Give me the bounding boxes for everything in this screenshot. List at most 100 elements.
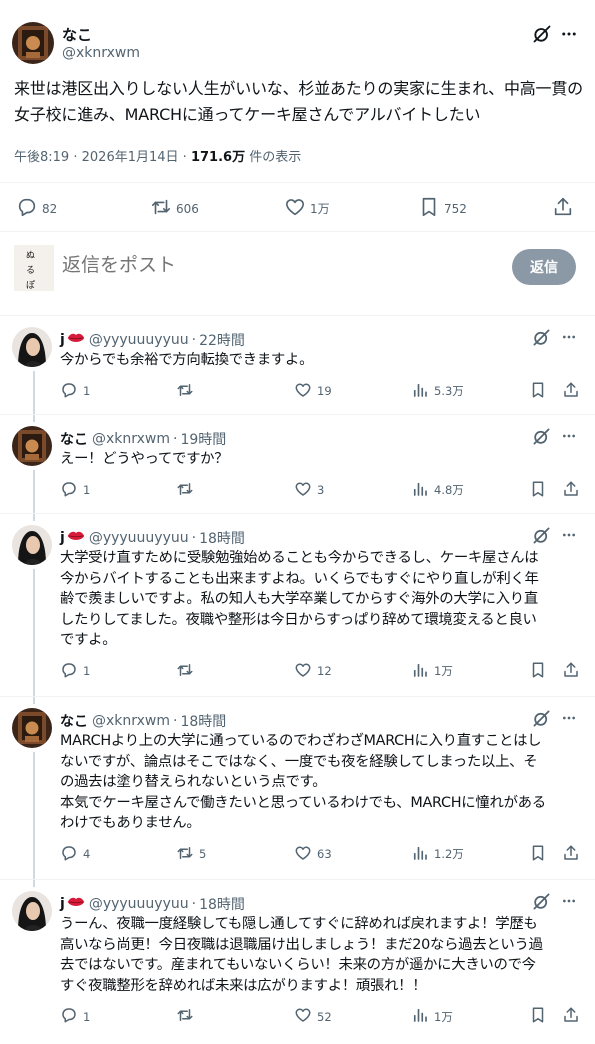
- reply-author-name[interactable]: なこ: [60, 429, 88, 449]
- reply-action[interactable]: 4: [60, 844, 90, 865]
- reply-author-name[interactable]: j: [60, 332, 65, 348]
- post-time[interactable]: 午後8:19: [14, 150, 69, 165]
- like-action[interactable]: 1万: [284, 196, 330, 221]
- reply-time[interactable]: 18時間: [199, 528, 245, 548]
- author-handle[interactable]: @xknrxwm: [62, 45, 140, 61]
- likes-count: 52: [317, 1009, 332, 1024]
- reply-text-line: すぐ夜職整形を辞めれば未来は広がりますよ！頑張れ！！: [60, 977, 427, 994]
- reply-author-handle[interactable]: @yyyuuuyyuu: [89, 530, 189, 546]
- repost-action[interactable]: [176, 480, 199, 501]
- views-chart-icon: [411, 480, 429, 501]
- lips-emoji: [67, 530, 85, 546]
- reply-action[interactable]: 1: [60, 480, 90, 501]
- bookmark-action[interactable]: [529, 381, 547, 402]
- reply-time[interactable]: 19時間: [180, 429, 226, 449]
- reply-avatar[interactable]: [12, 891, 52, 931]
- views-count: 1万: [434, 1009, 453, 1024]
- reply-action[interactable]: 82: [16, 196, 57, 221]
- more-icon[interactable]: [560, 24, 578, 44]
- more-icon[interactable]: [561, 892, 577, 910]
- like-action[interactable]: 19: [294, 381, 332, 402]
- like-action[interactable]: 12: [294, 661, 332, 682]
- heart-icon: [294, 381, 312, 402]
- reply-author-name[interactable]: なこ: [60, 711, 88, 731]
- post-text: 来世は港区出入りしない人生がいいな、杉並あたりの実家に生まれ、中高一貫の女子校に…: [14, 79, 583, 124]
- grok-icon[interactable]: [532, 709, 551, 728]
- divider: [0, 414, 595, 415]
- reply-header: なこ @xknrxwm · 18時間: [60, 711, 226, 731]
- reply-action[interactable]: 1: [60, 381, 90, 402]
- repost-action[interactable]: 5: [176, 844, 206, 865]
- reply-author-handle[interactable]: @yyyuuuyyuu: [89, 332, 189, 348]
- views-action[interactable]: 1万: [411, 661, 453, 682]
- meta-separator: ·: [191, 530, 197, 546]
- grok-icon[interactable]: [532, 526, 551, 545]
- like-action[interactable]: 63: [294, 844, 332, 865]
- bookmark-action[interactable]: [529, 1006, 547, 1027]
- grok-icon[interactable]: [532, 24, 552, 44]
- replies-count: 4: [83, 847, 91, 861]
- reply-time[interactable]: 18時間: [180, 711, 226, 731]
- reply-time[interactable]: 18時間: [199, 894, 245, 914]
- divider: [0, 879, 595, 880]
- reply-action[interactable]: 1: [60, 661, 90, 682]
- reply-author-handle[interactable]: @yyyuuuyyuu: [89, 896, 189, 912]
- reply-avatar[interactable]: [12, 525, 52, 565]
- bookmark-action[interactable]: [529, 661, 547, 682]
- post-date[interactable]: 2026年1月14日: [82, 150, 179, 165]
- view-count: 171.6万: [190, 150, 246, 165]
- reply-avatar[interactable]: [12, 708, 52, 748]
- repost-action[interactable]: [176, 1006, 199, 1027]
- like-action[interactable]: 3: [294, 480, 324, 501]
- meta-separator: ·: [191, 896, 197, 912]
- more-icon[interactable]: [561, 709, 577, 727]
- thread-line: [33, 752, 35, 887]
- grok-icon[interactable]: [532, 427, 551, 446]
- views-action[interactable]: 5.3万: [411, 381, 464, 402]
- views-action[interactable]: 1.2万: [411, 844, 464, 865]
- author-avatar[interactable]: [12, 22, 54, 64]
- bookmark-icon: [529, 381, 547, 402]
- more-icon[interactable]: [561, 526, 577, 544]
- author-name[interactable]: なこ: [62, 24, 92, 45]
- compose-input[interactable]: [62, 254, 442, 276]
- share-action[interactable]: [562, 1006, 580, 1027]
- repost-action[interactable]: 606: [150, 196, 199, 221]
- reply-text-line: ですよ。: [60, 632, 117, 648]
- reply-author-name[interactable]: j: [60, 896, 65, 912]
- like-action[interactable]: 52: [294, 1006, 332, 1027]
- replies-count: 1: [83, 664, 91, 678]
- share-action[interactable]: [562, 844, 580, 865]
- reply-icon: [60, 844, 78, 865]
- bookmark-action[interactable]: [529, 844, 547, 865]
- bookmark-action[interactable]: [529, 480, 547, 501]
- more-icon[interactable]: [561, 427, 577, 445]
- bookmark-icon: [529, 661, 547, 682]
- replies-count: 1: [83, 384, 91, 398]
- views-count: 1万: [434, 664, 453, 678]
- reply-icon: [60, 381, 78, 402]
- grok-icon[interactable]: [532, 328, 551, 347]
- reply-button[interactable]: 返信: [512, 249, 576, 285]
- reply-avatar[interactable]: [12, 327, 52, 367]
- reply-author-handle[interactable]: @xknrxwm: [92, 431, 170, 447]
- bookmark-icon: [418, 196, 440, 221]
- bookmark-icon: [529, 1006, 547, 1027]
- share-action[interactable]: [562, 661, 580, 682]
- reply-author-name[interactable]: j: [60, 530, 65, 546]
- more-icon[interactable]: [561, 328, 577, 346]
- grok-icon[interactable]: [532, 892, 551, 911]
- bookmark-action[interactable]: 752: [418, 196, 467, 221]
- meta-separator: ·: [73, 150, 78, 165]
- repost-action[interactable]: [176, 661, 199, 682]
- share-action[interactable]: [562, 480, 580, 501]
- reply-time[interactable]: 22時間: [199, 330, 245, 350]
- share-action[interactable]: [562, 381, 580, 402]
- repost-action[interactable]: [176, 381, 199, 402]
- reply-author-handle[interactable]: @xknrxwm: [92, 713, 170, 729]
- views-action[interactable]: 4.8万: [411, 480, 464, 501]
- views-action[interactable]: 1万: [411, 1006, 453, 1027]
- reply-avatar[interactable]: [12, 426, 52, 466]
- reply-action[interactable]: 1: [60, 1006, 90, 1027]
- share-action[interactable]: [552, 196, 574, 221]
